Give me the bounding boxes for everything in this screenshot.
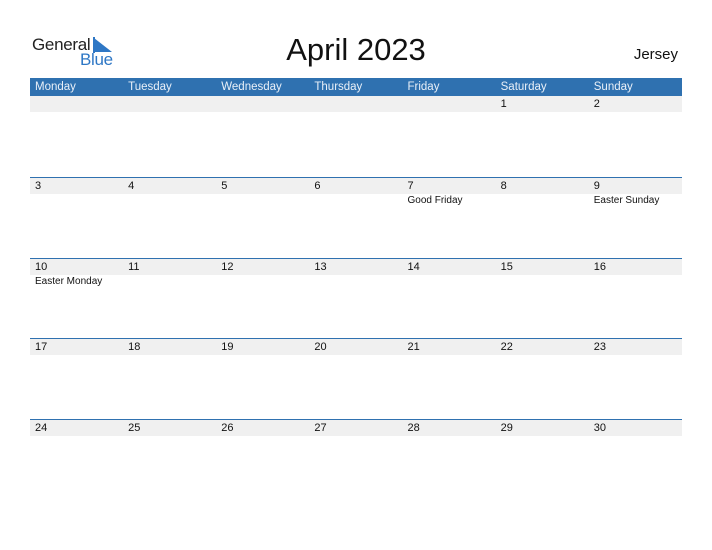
day-number: 29	[500, 421, 513, 434]
day-number: 25	[128, 421, 141, 434]
holiday-label	[123, 194, 216, 207]
holiday-label: Good Friday	[407, 195, 463, 206]
holiday-label: Easter Monday	[35, 275, 103, 287]
day-number: 5	[221, 180, 228, 192]
day-number: 26	[221, 421, 234, 434]
holiday-label	[123, 275, 216, 288]
holiday-label	[216, 194, 309, 207]
day-number	[123, 96, 216, 112]
weekday-sunday: Sunday	[593, 81, 633, 93]
day-number: 13	[314, 260, 327, 273]
day-number: 9	[593, 180, 600, 192]
day-number: 30	[593, 421, 606, 434]
date-strip: 12	[30, 96, 682, 112]
date-strip: 24 25 26 27 28 29 30	[30, 419, 682, 436]
holiday-label	[496, 275, 589, 288]
week-row: 17 18 19 20 21 22 23	[30, 338, 682, 419]
events-row: Easter Monday	[30, 275, 682, 288]
events-row: Good Friday Easter Sunday	[30, 194, 682, 207]
day-number: 19	[221, 341, 234, 353]
date-strip: 10 11 12 13 14 15 16	[30, 258, 682, 275]
day-number: 7	[407, 180, 414, 192]
weekday-thursday: Thursday	[314, 81, 363, 93]
calendar-grid: Monday Tuesday Wednesday Thursday Friday…	[30, 78, 682, 499]
day-number: 28	[407, 421, 420, 434]
day-number: 1	[500, 98, 507, 110]
week-row: 10 11 12 13 14 15 16 Easter Monday	[30, 257, 682, 339]
weekday-header: Monday Tuesday Wednesday Thursday Friday…	[30, 78, 682, 96]
day-number	[216, 96, 309, 112]
holiday-label	[403, 275, 496, 288]
day-number: 16	[593, 260, 606, 273]
day-number: 15	[500, 260, 513, 273]
day-number: 21	[407, 341, 420, 353]
week-row: 24 25 26 27 28 29 30	[30, 418, 682, 500]
week-row: 3 4 5 6 7 8 9 Good Friday Easter Sunday	[30, 177, 682, 258]
calendar-title: April 2023	[286, 32, 426, 67]
day-number: 24	[35, 421, 48, 434]
day-number: 8	[500, 180, 507, 192]
day-number: 17	[35, 341, 48, 353]
day-number: 20	[314, 341, 327, 353]
holiday-label	[30, 194, 123, 207]
weekday-saturday: Saturday	[500, 81, 547, 93]
holiday-label: Easter Sunday	[593, 195, 660, 206]
date-strip: 3 4 5 6 7 8 9	[30, 178, 682, 194]
weekday-monday: Monday	[35, 81, 76, 93]
week-row: 12	[30, 96, 682, 177]
day-number: 11	[128, 260, 140, 273]
day-number: 18	[128, 341, 141, 353]
day-number: 27	[314, 421, 327, 434]
date-strip: 17 18 19 20 21 22 23	[30, 339, 682, 355]
day-number: 23	[593, 341, 606, 353]
weekday-wednesday: Wednesday	[221, 81, 282, 93]
holiday-label	[589, 275, 682, 288]
day-number: 3	[35, 180, 42, 192]
holiday-label	[309, 275, 402, 288]
holiday-label	[496, 194, 589, 207]
day-number	[309, 96, 402, 112]
day-number: 4	[128, 180, 135, 192]
holiday-label	[309, 194, 402, 207]
weekday-friday: Friday	[407, 81, 440, 93]
day-number: 6	[314, 180, 321, 192]
day-number: 12	[221, 260, 234, 273]
day-number	[30, 96, 123, 112]
weekday-tuesday: Tuesday	[128, 81, 172, 93]
day-number: 22	[500, 341, 513, 353]
day-number: 10	[35, 260, 48, 273]
day-number	[403, 96, 496, 112]
region-label: Jersey	[633, 46, 678, 63]
day-number: 14	[407, 260, 420, 273]
day-number: 2	[593, 98, 600, 110]
holiday-label	[216, 275, 309, 288]
